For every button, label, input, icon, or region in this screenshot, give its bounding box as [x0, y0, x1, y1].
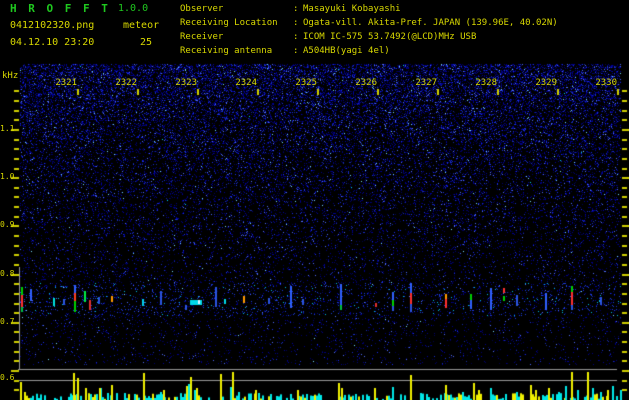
observer-value: Masayuki Kobayashi: [303, 4, 401, 14]
time-tick-label-2330: 2330: [595, 78, 617, 88]
receiver-label: Receiver: [180, 32, 224, 42]
time-tick-label-2328: 2328: [475, 78, 497, 88]
freq-tick-label-0p7: 0.7: [0, 317, 15, 326]
receiving-antenna-separator: :: [293, 46, 299, 56]
freq-tick-label-0p9: 0.9: [0, 220, 15, 229]
freq-tick-label-1p0: 1.0: [0, 172, 15, 181]
time-tick-label-2324: 2324: [235, 78, 257, 88]
observer-separator: :: [293, 4, 299, 14]
time-tick-label-2327: 2327: [415, 78, 437, 88]
echo-count: 25: [140, 37, 153, 48]
app-title: H R O F F T: [10, 2, 111, 15]
freq-tick-label-0p6: 0.6: [0, 373, 15, 382]
receiving-antenna-label: Receiving antenna: [180, 46, 273, 56]
receiver-separator: :: [293, 32, 299, 42]
time-tick-label-2321: 2321: [55, 78, 77, 88]
receiving-antenna-value: A504HB(yagi 4el): [303, 46, 390, 56]
freq-axis-unit-label: kHz: [2, 71, 19, 81]
time-tick-label-2322: 2322: [115, 78, 137, 88]
freq-tick-label-0p8: 0.8: [0, 269, 15, 278]
hrofft-output-image: H R O F F T 1.0.0 0412102320.png meteor …: [0, 0, 629, 400]
time-tick-label-2329: 2329: [535, 78, 557, 88]
freq-tick-label-1p1: 1.1: [0, 124, 15, 133]
receiving-location-value: Ogata-vill. Akita-Pref. JAPAN (139.96E, …: [303, 18, 558, 28]
receiver-value: ICOM IC-575 53.7492(@LCD)MHz USB: [303, 32, 477, 42]
time-tick-label-2326: 2326: [355, 78, 377, 88]
app-version: 1.0.0: [118, 3, 149, 14]
observer-label: Observer: [180, 4, 224, 14]
mode-label: meteor: [123, 20, 160, 31]
observation-datetime: 04.12.10 23:20: [10, 37, 95, 48]
spectrogram-canvas: [0, 0, 629, 400]
time-tick-label-2323: 2323: [175, 78, 197, 88]
time-tick-label-2325: 2325: [295, 78, 317, 88]
receiving-location-label: Receiving Location: [180, 18, 278, 28]
receiving-location-separator: :: [293, 18, 299, 28]
output-filename: 0412102320.png: [10, 20, 95, 31]
